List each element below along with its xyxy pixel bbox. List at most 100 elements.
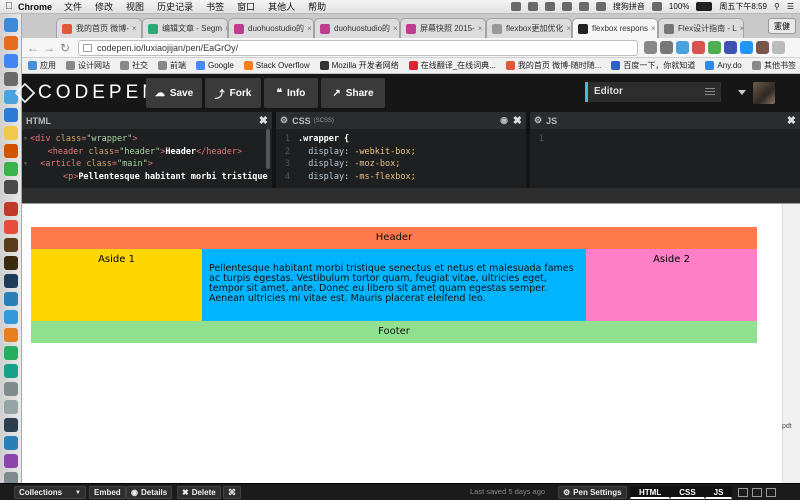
- delete-button[interactable]: ✖ Delete: [177, 486, 221, 499]
- save-button[interactable]: ☁ Save: [146, 78, 202, 108]
- keyboard-shortcuts-button[interactable]: ⌘: [223, 486, 241, 499]
- pen-settings-button[interactable]: ⚙ Pen Settings: [558, 486, 627, 499]
- browser-tab[interactable]: 我的首页 微博- ×: [56, 18, 142, 38]
- extension-icon[interactable]: [740, 41, 753, 54]
- spotlight-icon[interactable]: ⚲: [774, 2, 780, 11]
- layout-right-icon[interactable]: [766, 488, 776, 497]
- fork-button[interactable]: ⤴ Fork: [205, 78, 261, 108]
- filezilla-icon[interactable]: [4, 202, 18, 216]
- info-button[interactable]: ❝ Info: [264, 78, 318, 108]
- extension-icon[interactable]: [676, 41, 689, 54]
- browser-tab[interactable]: duohuostudio的 ×: [228, 18, 314, 38]
- extension-icon[interactable]: [724, 41, 737, 54]
- qq-icon[interactable]: [4, 328, 18, 342]
- preview-scrollbar[interactable]: [782, 204, 800, 483]
- app-store-icon[interactable]: [4, 108, 18, 122]
- tab-close-icon[interactable]: ×: [737, 24, 743, 33]
- app-icon[interactable]: [4, 382, 18, 396]
- editor-resize-bar[interactable]: [22, 188, 800, 204]
- menu-history[interactable]: 历史记录: [157, 0, 193, 13]
- app-icon[interactable]: [4, 436, 18, 450]
- firefox-icon[interactable]: [4, 36, 18, 50]
- clock[interactable]: 周五下午8:59: [719, 1, 767, 12]
- app-icon[interactable]: [4, 400, 18, 414]
- avatar[interactable]: [753, 82, 775, 104]
- tab-close-icon[interactable]: ×: [129, 24, 137, 33]
- page-info-icon[interactable]: [83, 44, 92, 52]
- bookmark-folder[interactable]: 前端: [158, 60, 186, 71]
- layout-left-icon[interactable]: [738, 488, 748, 497]
- menu-file[interactable]: 文件: [64, 0, 82, 13]
- app-icon[interactable]: [4, 454, 18, 468]
- extension-icon[interactable]: [644, 41, 657, 54]
- css-code[interactable]: 1 .wrapper { 2 display: -webkit-box; 3 di…: [276, 133, 526, 183]
- browser-tab-active[interactable]: flexbox respons ×: [572, 18, 658, 38]
- browser-tab[interactable]: Flex设计指南 - L ×: [658, 18, 744, 38]
- browser-tab[interactable]: 编辑文章 - Segm×: [142, 18, 228, 38]
- status-app-icon[interactable]: [561, 2, 572, 11]
- chrome-icon[interactable]: [4, 54, 18, 68]
- bookmark-item[interactable]: 在线翻译_在线词典...: [408, 60, 496, 71]
- apple-icon[interactable]: : [0, 1, 18, 12]
- bookmark-item[interactable]: 百度一下，你就知道: [611, 60, 695, 71]
- reload-icon[interactable]: ↻: [58, 40, 72, 56]
- status-app-icon[interactable]: [578, 2, 589, 11]
- close-icon[interactable]: ✖: [259, 114, 268, 127]
- bookmark-item[interactable]: Any.do: [705, 61, 742, 70]
- gear-icon[interactable]: ⚙: [534, 115, 542, 126]
- battery-percent[interactable]: 100%: [669, 2, 689, 11]
- notes-icon[interactable]: [4, 126, 18, 140]
- bookmark-item[interactable]: Stack Overflow: [243, 61, 310, 70]
- wifi-icon[interactable]: [651, 2, 662, 11]
- bookmark-item[interactable]: 我的首页 微博-随时随...: [505, 60, 601, 71]
- view-mode-selector[interactable]: Editor: [585, 82, 721, 102]
- editor-scrollbar[interactable]: [266, 129, 270, 169]
- tab-close-icon[interactable]: ×: [563, 24, 571, 33]
- collections-dropdown[interactable]: Collections ▼: [14, 486, 86, 499]
- menu-people[interactable]: 其他人: [268, 0, 295, 13]
- chrome-menu-icon[interactable]: [772, 41, 785, 54]
- menu-help[interactable]: 帮助: [308, 0, 326, 13]
- app-icon[interactable]: [4, 346, 18, 360]
- gear-icon[interactable]: ⚙: [280, 115, 288, 126]
- status-app-icon[interactable]: [544, 2, 555, 11]
- close-icon[interactable]: ✖: [513, 114, 522, 127]
- back-icon[interactable]: ←: [26, 40, 40, 56]
- close-icon[interactable]: ✖: [787, 114, 796, 127]
- other-bookmarks[interactable]: 其他书签: [752, 60, 796, 71]
- forward-icon[interactable]: →: [42, 40, 56, 56]
- toggle-html-view[interactable]: HTML: [630, 486, 671, 499]
- app-icon[interactable]: [4, 292, 18, 306]
- tab-close-icon[interactable]: ×: [390, 24, 398, 33]
- input-method-indicator[interactable]: 搜狗拼音: [613, 1, 645, 12]
- toggle-css-view[interactable]: CSS: [670, 486, 705, 499]
- details-button[interactable]: ◉ Details: [126, 486, 173, 499]
- user-menu-chevron-icon[interactable]: [738, 90, 746, 95]
- bookmark-folder[interactable]: 社交: [120, 60, 148, 71]
- app-icon[interactable]: [4, 162, 18, 176]
- app-icon[interactable]: [4, 144, 18, 158]
- extension-icon[interactable]: [756, 41, 769, 54]
- terminal-icon[interactable]: [4, 180, 18, 194]
- weibo-icon[interactable]: [4, 220, 18, 234]
- extension-icon[interactable]: [708, 41, 721, 54]
- finder-icon[interactable]: [4, 18, 18, 32]
- extension-icon[interactable]: [692, 41, 705, 54]
- status-app-icon[interactable]: [595, 2, 606, 11]
- tab-close-icon[interactable]: ×: [304, 24, 312, 33]
- menu-window[interactable]: 窗口: [237, 0, 255, 13]
- toggle-js-view[interactable]: JS: [704, 486, 733, 499]
- browser-tab[interactable]: 屏幕快照 2015- ×: [400, 18, 486, 38]
- app-icon[interactable]: [4, 72, 18, 86]
- status-app-icon[interactable]: [510, 2, 521, 11]
- menu-edit[interactable]: 修改: [95, 0, 113, 13]
- tab-close-icon[interactable]: ×: [648, 24, 656, 33]
- bookmark-folder[interactable]: 设计网站: [66, 60, 110, 71]
- illustrator-icon[interactable]: [4, 256, 18, 270]
- bookmark-item[interactable]: Google: [196, 61, 234, 70]
- eye-icon[interactable]: ◉: [500, 115, 508, 126]
- js-code[interactable]: 1: [530, 133, 800, 146]
- menubar-app-name[interactable]: Chrome: [18, 2, 52, 12]
- chrome-user-button[interactable]: 憲健: [768, 18, 796, 34]
- app-icon[interactable]: [4, 418, 18, 432]
